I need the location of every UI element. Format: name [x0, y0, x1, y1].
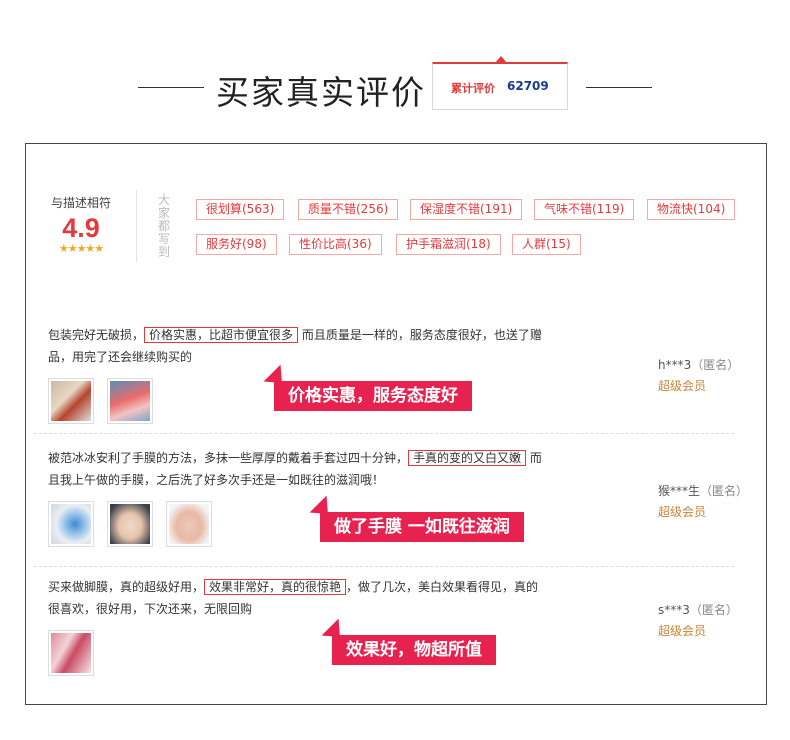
anonymous-label: （匿名）: [700, 484, 749, 498]
callout-text: 做了手膜 一如既往滋润: [334, 517, 510, 537]
anonymous-label: （匿名）: [691, 358, 740, 372]
review-text: 被范冰冰安利了手膜的方法，多抹一些厚厚的戴着手套过四十分钟， 手真的变的又白又嫩 …: [48, 447, 548, 491]
tag-chip[interactable]: 性价比高(36): [289, 234, 382, 255]
callout-text: 价格实惠，服务态度好: [288, 386, 458, 406]
rating-label: 与描述相符: [50, 196, 111, 210]
review-highlight: 手真的变的又白又嫩: [408, 450, 527, 466]
review-text-pre: 买来做脚膜，真的超级好用，: [48, 580, 205, 594]
tag-chip[interactable]: 很划算(563): [196, 199, 285, 220]
callout-text: 效果好，物超所值: [346, 640, 482, 660]
review-photo[interactable]: [166, 501, 213, 547]
review-text: 买来做脚膜，真的超级好用， 效果非常好，真的很惊艳 ，做了几次，美白效果看得见，真的…: [48, 576, 548, 620]
reviewer-info: s***3（匿名） 超级会员: [658, 601, 738, 639]
tags-vertical-label: 大家都写到: [158, 193, 171, 259]
reviewer-info: 猴***生（匿名） 超级会员: [658, 482, 748, 520]
tag-chip[interactable]: 保湿度不错(191): [410, 199, 523, 220]
review-photo[interactable]: [48, 501, 94, 547]
reviewer-info: h***3（匿名） 超级会员: [658, 356, 739, 394]
tag-chip[interactable]: 气味不错(119): [534, 199, 635, 220]
review-photo[interactable]: [48, 378, 94, 424]
section-title: 买家真实评价: [216, 73, 426, 112]
review-text: 包装完好无破损， 价格实惠，比超市便宜很多 而且质量是一样的，服务态度很好，也送了…: [48, 324, 548, 368]
count-pointer-icon: [495, 56, 507, 63]
tag-chip[interactable]: 服务好(98): [196, 234, 277, 255]
review-callout: 做了手膜 一如既往滋润: [309, 495, 524, 542]
member-level: 超级会员: [658, 624, 707, 638]
review-count-value: 62709: [507, 79, 549, 93]
review-callout: 价格实惠，服务态度好: [263, 364, 472, 411]
rating-summary: 与描述相符 4.9 ★★★★★: [46, 194, 116, 255]
review-highlight: 价格实惠，比超市便宜很多: [144, 327, 299, 343]
review-text-pre: 被范冰冰安利了手膜的方法，多抹一些厚厚的戴着手套过四十分钟，: [48, 451, 409, 465]
rating-stars-icon: ★★★★★: [58, 242, 104, 255]
section-header: 买家真实评价 累计评价 62709: [0, 56, 790, 114]
header-right-line: [586, 87, 652, 88]
header-left-line: [138, 87, 204, 88]
review-panel: 与描述相符 4.9 ★★★★★ 大家都写到 很划算(563) 质量不错(256)…: [25, 143, 767, 705]
tag-chip[interactable]: 物流快(104): [647, 199, 736, 220]
review-divider: [34, 566, 734, 567]
reviewer-name: s***3: [658, 603, 690, 617]
review-divider: [34, 433, 734, 434]
member-level: 超级会员: [658, 505, 707, 519]
tag-chip[interactable]: 人群(15): [512, 234, 581, 255]
review-callout: 效果好，物超所值: [321, 618, 496, 665]
rating-score: 4.9: [62, 213, 100, 243]
review-text-pre: 包装完好无破损，: [48, 328, 145, 342]
review-count-box: 累计评价 62709: [432, 56, 568, 110]
tag-chip[interactable]: 质量不错(256): [298, 199, 399, 220]
summary-divider: [136, 190, 137, 262]
review-photo[interactable]: [107, 501, 154, 547]
review-photo[interactable]: [107, 378, 154, 424]
tag-chip[interactable]: 护手霜滋润(18): [396, 234, 501, 255]
member-level: 超级会员: [658, 379, 707, 393]
reviewer-name: 猴***生: [658, 484, 701, 498]
review-highlight: 效果非常好，真的很惊艳: [204, 579, 347, 595]
anonymous-label: （匿名）: [689, 603, 738, 617]
review-count-label: 累计评价: [451, 82, 495, 95]
reviewer-name: h***3: [658, 358, 692, 372]
review-photo[interactable]: [48, 630, 94, 676]
